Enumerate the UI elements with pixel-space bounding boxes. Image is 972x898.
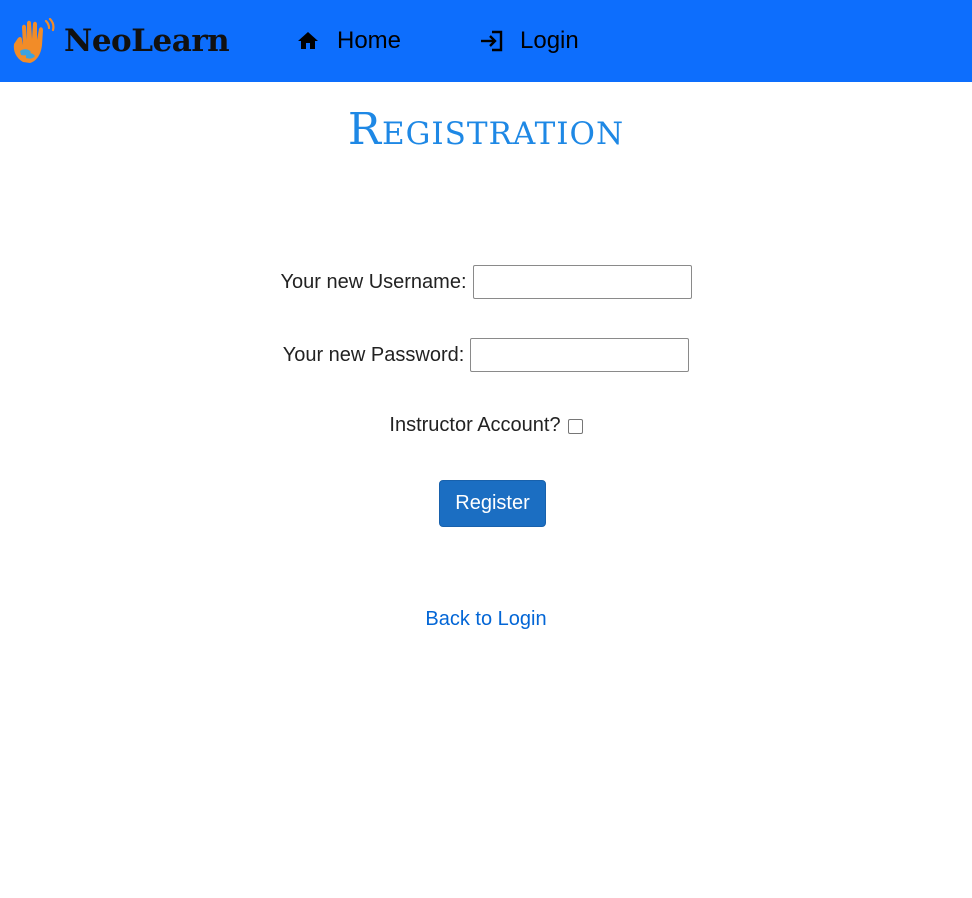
instructor-checkbox[interactable] xyxy=(567,418,583,434)
password-label: Your new Password: xyxy=(282,343,465,366)
brand-link[interactable]: NeoLearn xyxy=(10,17,230,65)
username-row: Your new Username: xyxy=(0,264,972,300)
instructor-label: Instructor Account? xyxy=(389,413,561,436)
nav-home-link[interactable]: Home xyxy=(296,24,401,58)
password-row: Your new Password: xyxy=(0,337,972,373)
home-icon xyxy=(298,32,318,49)
register-button[interactable]: Register xyxy=(439,480,546,527)
nav-login-link[interactable]: Login xyxy=(480,24,579,58)
nav-login-label: Login xyxy=(520,27,579,54)
brand-name: NeoLearn xyxy=(64,23,230,59)
username-input[interactable] xyxy=(472,265,692,299)
password-input[interactable] xyxy=(470,338,690,372)
instructor-row: Instructor Account? xyxy=(0,410,972,440)
back-to-login-link[interactable]: Back to Login xyxy=(0,608,972,631)
top-navbar: NeoLearn Home Login xyxy=(0,0,972,82)
login-icon xyxy=(481,30,503,52)
page-title: Registration xyxy=(347,104,625,155)
nav-home-label: Home xyxy=(337,27,402,54)
username-label: Your new Username: xyxy=(280,270,467,293)
waving-hand-icon xyxy=(13,18,55,63)
